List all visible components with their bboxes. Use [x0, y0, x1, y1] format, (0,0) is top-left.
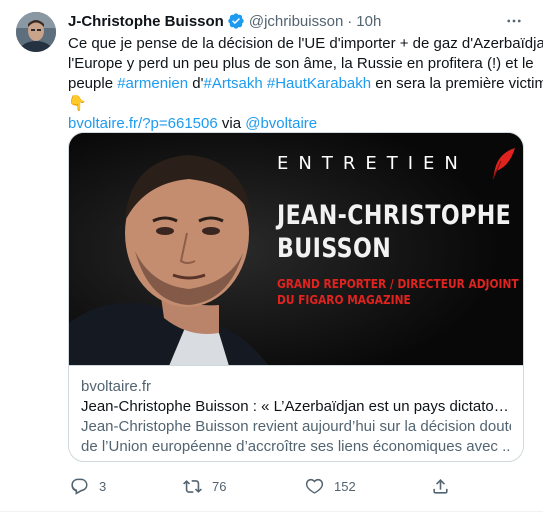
card-image[interactable]: ENTRETIEN JEAN-CHRISTOPHE BUISSON GRAND … — [69, 133, 523, 366]
mention-bvoltaire[interactable]: @bvoltaire — [245, 115, 317, 132]
card-meta: bvoltaire.fr Jean-Christophe Buisson : «… — [81, 377, 511, 457]
like-button[interactable]: 152 — [305, 474, 356, 498]
card-description-line-2: de l’Union européenne d’accroître ses li… — [81, 438, 511, 455]
reply-icon — [71, 478, 88, 495]
separator-dot: · — [347, 12, 353, 30]
tweet-timestamp[interactable]: 10h — [356, 13, 381, 30]
tweet-actions: 3 76 152 — [64, 474, 464, 498]
reply-button[interactable]: 3 — [70, 474, 106, 498]
feather-quill-icon — [492, 148, 515, 180]
retweet-count: 76 — [212, 478, 227, 494]
author-avatar[interactable] — [16, 12, 56, 52]
text-segment: via — [217, 115, 246, 132]
image-heading: ENTRETIEN — [277, 153, 468, 174]
heart-icon — [305, 478, 324, 494]
hashtag-hautkarabakh[interactable]: #HautKarabakh — [267, 75, 371, 92]
tweet[interactable]: J-Christophe Buisson @jchribuisson · 10h… — [0, 0, 543, 512]
image-role-line-1: GRAND REPORTER / DIRECTEUR ADJOINT — [277, 276, 519, 291]
tweet-text-line-3: peuple #armenien d'#Artsakh #HautKarabak… — [68, 74, 543, 94]
retweet-icon — [183, 479, 202, 493]
pointing-down-emoji: 👇 — [68, 95, 87, 112]
like-count: 152 — [334, 478, 356, 494]
article-link[interactable]: bvoltaire.fr/?p=661506 — [68, 115, 218, 132]
reply-count: 3 — [99, 478, 107, 494]
tweet-text-line-1: Ce que je pense de la décision de l'UE d… — [68, 35, 543, 52]
hashtag-artsakh[interactable]: #Artsakh — [203, 75, 262, 92]
tweet-text-line-2: l'Europe y perd un peu plus de son âme, … — [68, 55, 534, 72]
share-icon — [433, 478, 448, 494]
text-segment: en sera la première victime. — [371, 75, 543, 92]
tweet-header: J-Christophe Buisson @jchribuisson · 10h — [68, 11, 529, 31]
tweet-text-line-5: bvoltaire.fr/?p=661506 via @bvoltaire — [68, 114, 530, 134]
card-description-line-1: Jean-Christophe Buisson revient aujourd’… — [81, 418, 511, 435]
text-segment: d' — [188, 75, 204, 92]
hashtag-armenien[interactable]: #armenien — [117, 75, 188, 92]
card-domain: bvoltaire.fr — [81, 378, 152, 395]
image-name-line-1: JEAN-CHRISTOPHE — [277, 200, 512, 231]
share-button[interactable] — [431, 474, 450, 498]
retweet-button[interactable]: 76 — [183, 474, 226, 498]
author-handle[interactable]: @jchribuisson — [249, 13, 343, 30]
author-name[interactable]: J-Christophe Buisson — [68, 13, 224, 30]
image-role-line-2: DU FIGARO MAGAZINE — [277, 292, 411, 307]
more-options-icon[interactable] — [503, 10, 525, 32]
link-preview-card[interactable]: ENTRETIEN JEAN-CHRISTOPHE BUISSON GRAND … — [68, 132, 524, 462]
tweet-text: Ce que je pense de la décision de l'UE d… — [68, 34, 543, 134]
text-segment: peuple — [68, 75, 118, 92]
verified-badge-icon — [227, 12, 245, 30]
card-title: Jean-Christophe Buisson : « L’Azerbaïdja… — [81, 398, 511, 415]
image-name-line-2: BUISSON — [277, 233, 392, 264]
